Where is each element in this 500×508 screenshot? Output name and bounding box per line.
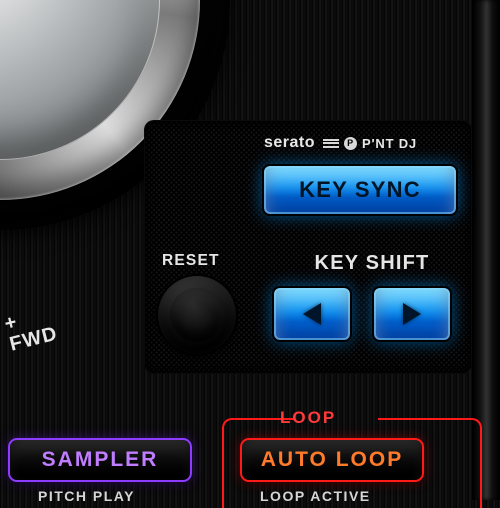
pitch-play-sublabel: PITCH PLAY: [38, 488, 178, 508]
brand-secondary: P'NT DJ: [362, 136, 417, 151]
jog-direction-symbol: +: [2, 287, 114, 336]
auto-loop-button-label: AUTO LOOP: [261, 448, 403, 472]
key-sync-label: KEY SYNC: [299, 177, 421, 203]
auto-loop-button[interactable]: AUTO LOOP: [240, 438, 424, 482]
key-shift-up-button[interactable]: [372, 286, 452, 342]
brand-pitchn: P P'NT DJ: [323, 136, 417, 151]
arrow-right-icon: [403, 303, 421, 325]
bottom-button-row: LOOP SAMPLER AUTO LOOP PITCH PLAY LOOP A…: [0, 408, 500, 500]
brand-serato: serato: [264, 134, 315, 152]
key-shift-down-button[interactable]: [272, 286, 352, 342]
key-panel: serato P P'NT DJ KEY SYNC RESET KEY SHIF…: [144, 120, 472, 374]
reset-button[interactable]: [158, 276, 236, 354]
reset-label: RESET: [162, 252, 220, 270]
sampler-button-label: SAMPLER: [42, 448, 159, 472]
key-sync-button[interactable]: KEY SYNC: [262, 164, 458, 216]
brand-line: serato P P'NT DJ: [264, 134, 464, 152]
arrow-left-icon: [303, 303, 321, 325]
brand-circle-icon: P: [344, 137, 357, 150]
brand-bars-icon: [323, 139, 339, 148]
key-shift-label: KEY SHIFT: [292, 252, 452, 275]
loop-group-label: LOOP: [280, 408, 336, 428]
sampler-button[interactable]: SAMPLER: [8, 438, 192, 482]
jog-direction-label: + FWD: [2, 287, 119, 356]
loop-active-sublabel: LOOP ACTIVE: [260, 488, 430, 508]
